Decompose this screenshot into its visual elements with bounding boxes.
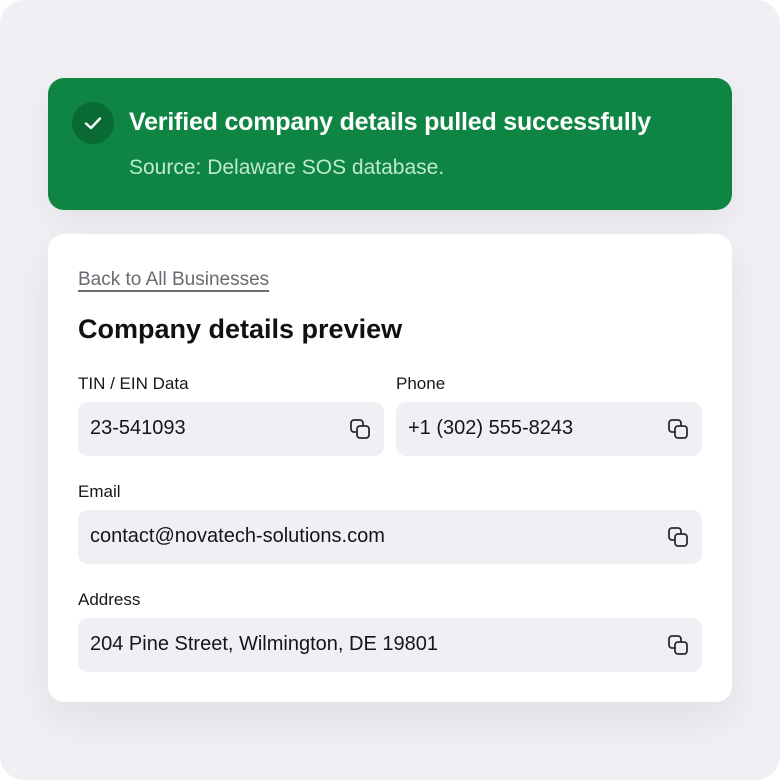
phone-field: +1 (302) 555-8243: [396, 402, 702, 456]
address-field: 204 Pine Street, Wilmington, DE 19801: [78, 618, 702, 672]
background-canvas: Verified company details pulled successf…: [0, 0, 780, 780]
tin-value: 23-541093: [90, 417, 186, 439]
back-to-businesses-link[interactable]: Back to All Businesses: [78, 269, 269, 291]
success-toast: Verified company details pulled successf…: [48, 78, 732, 210]
copy-icon[interactable]: [666, 633, 690, 657]
email-field: contact@novatech-solutions.com: [78, 510, 702, 564]
toast-title: Verified company details pulled successf…: [129, 108, 651, 136]
page-title: Company details preview: [78, 314, 403, 344]
phone-label: Phone: [396, 374, 446, 393]
copy-icon[interactable]: [666, 417, 690, 441]
tin-label: TIN / EIN Data: [78, 374, 189, 393]
email-value: contact@novatech-solutions.com: [90, 525, 385, 547]
address-value: 204 Pine Street, Wilmington, DE 19801: [90, 633, 438, 655]
phone-value: +1 (302) 555-8243: [408, 417, 574, 439]
check-icon: [72, 102, 114, 144]
copy-icon[interactable]: [348, 417, 372, 441]
tin-field: 23-541093: [78, 402, 384, 456]
email-label: Email: [78, 482, 121, 501]
toast-subtitle: Source: Delaware SOS database.: [129, 156, 445, 179]
copy-icon[interactable]: [666, 525, 690, 549]
company-details-card: Back to All Businesses Company details p…: [48, 234, 732, 702]
address-label: Address: [78, 590, 141, 609]
